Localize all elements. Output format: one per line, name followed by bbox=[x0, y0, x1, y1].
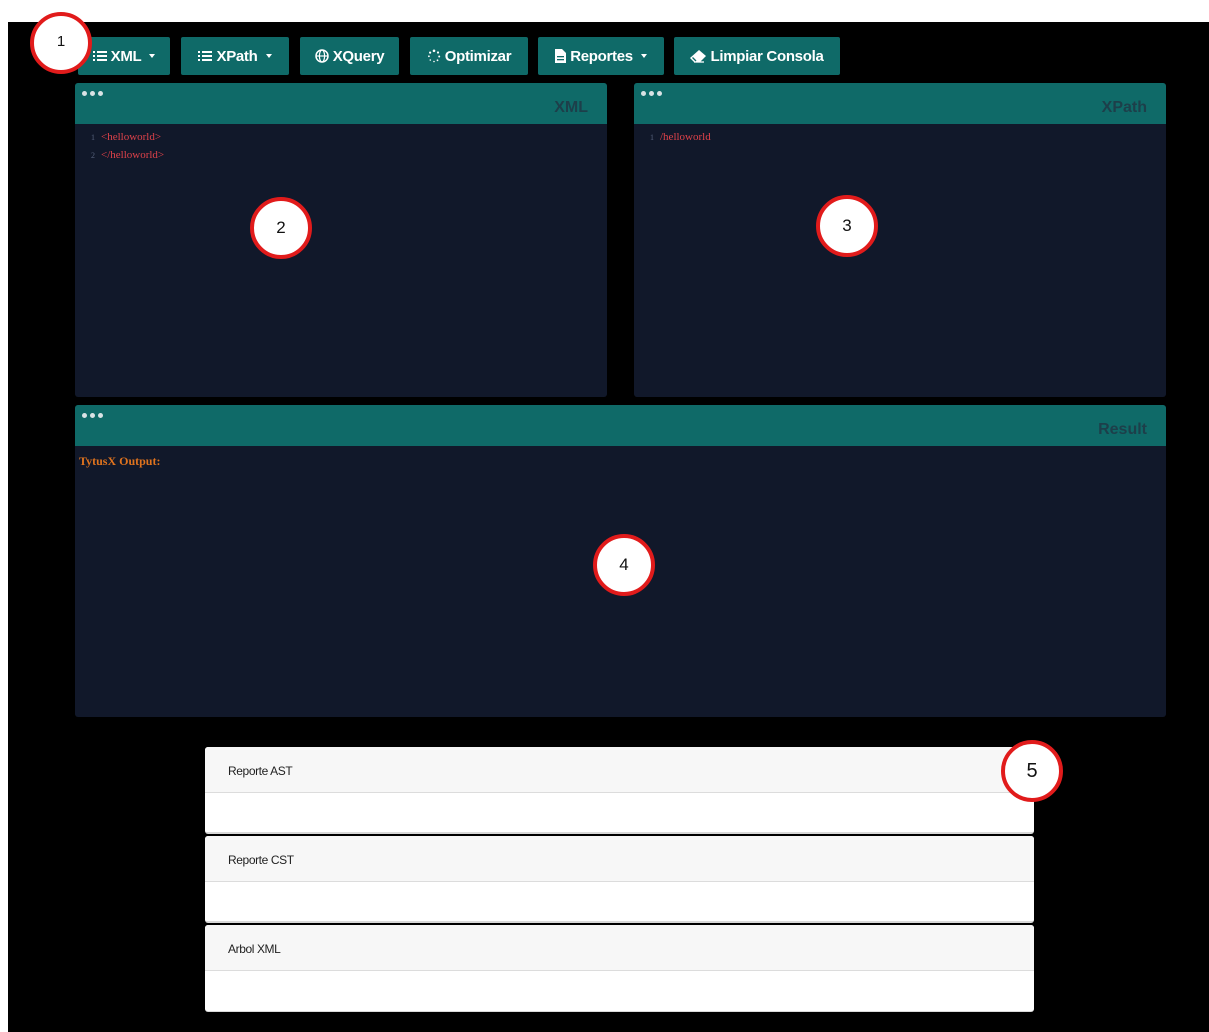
report-cst-item: Reporte CST bbox=[205, 836, 1034, 923]
report-cst-label: Reporte CST bbox=[228, 853, 294, 867]
limpiar-consola-button[interactable]: Limpiar Consola bbox=[674, 37, 840, 75]
arbol-xml-label: Arbol XML bbox=[228, 942, 281, 956]
output-label: TytusX Output: bbox=[79, 454, 161, 468]
report-ast-header[interactable]: Reporte AST bbox=[205, 747, 1034, 793]
screenshot-frame: XML XPath XQuery Optimizar Reportes Limp… bbox=[0, 0, 1209, 1032]
xpath-editor-panel: XPath 1/helloworld bbox=[634, 83, 1166, 397]
code-line: 1 <helloworld> bbox=[91, 131, 162, 143]
report-ast-item: Reporte AST bbox=[205, 747, 1034, 834]
code-line: 2 </helloworld> bbox=[91, 149, 165, 161]
xml-menu-label: XML bbox=[110, 47, 142, 65]
window-dots-icon bbox=[641, 91, 662, 96]
xml-editor-panel: XML 1 <helloworld> 2 </helloworld> bbox=[75, 83, 607, 397]
xpath-editor[interactable]: 1/helloworld bbox=[634, 124, 1166, 397]
list-icon bbox=[198, 50, 213, 62]
xml-panel-title: XML bbox=[554, 99, 588, 116]
result-panel-header: Result bbox=[75, 405, 1166, 446]
annotation-callout-5: 5 bbox=[1001, 740, 1063, 802]
optimizar-label: Optimizar bbox=[444, 47, 512, 65]
globe-icon bbox=[314, 49, 329, 63]
annotation-callout-2: 2 bbox=[250, 197, 312, 259]
annotation-callout-1: 1 bbox=[30, 12, 92, 74]
report-ast-label: Reporte AST bbox=[228, 764, 293, 778]
xpath-menu-button[interactable]: XPath bbox=[181, 37, 289, 75]
spinner-icon bbox=[427, 49, 441, 63]
file-icon bbox=[555, 49, 567, 63]
chevron-down-icon bbox=[149, 54, 156, 58]
chevron-down-icon bbox=[265, 54, 272, 58]
arbol-xml-header[interactable]: Arbol XML bbox=[205, 925, 1034, 971]
result-panel-title: Result bbox=[1098, 421, 1147, 438]
list-icon bbox=[92, 50, 107, 62]
tytusx-app: XML XPath XQuery Optimizar Reportes Limp… bbox=[8, 22, 1209, 1032]
code-line: 1/helloworld bbox=[650, 131, 711, 143]
eraser-icon bbox=[690, 49, 707, 63]
report-cst-header[interactable]: Reporte CST bbox=[205, 836, 1034, 882]
window-dots-icon bbox=[82, 91, 103, 96]
annotation-callout-3: 3 bbox=[816, 195, 878, 257]
annotation-callout-4: 4 bbox=[593, 534, 655, 596]
xquery-label: XQuery bbox=[332, 47, 385, 65]
limpiar-consola-label: Limpiar Consola bbox=[710, 47, 824, 65]
window-dots-icon bbox=[82, 413, 103, 418]
xpath-panel-title: XPath bbox=[1101, 99, 1147, 116]
reportes-menu-label: Reportes bbox=[570, 47, 633, 65]
xml-editor[interactable]: 1 <helloworld> 2 </helloworld> bbox=[75, 124, 607, 397]
arbol-xml-item: Arbol XML bbox=[205, 925, 1034, 1012]
xquery-button[interactable]: XQuery bbox=[300, 37, 399, 75]
xml-panel-header: XML bbox=[75, 83, 607, 124]
optimizar-button[interactable]: Optimizar bbox=[410, 37, 528, 75]
reportes-menu-button[interactable]: Reportes bbox=[538, 37, 664, 75]
xpath-panel-header: XPath bbox=[634, 83, 1166, 124]
xpath-menu-label: XPath bbox=[216, 47, 258, 65]
chevron-down-icon bbox=[640, 54, 647, 58]
